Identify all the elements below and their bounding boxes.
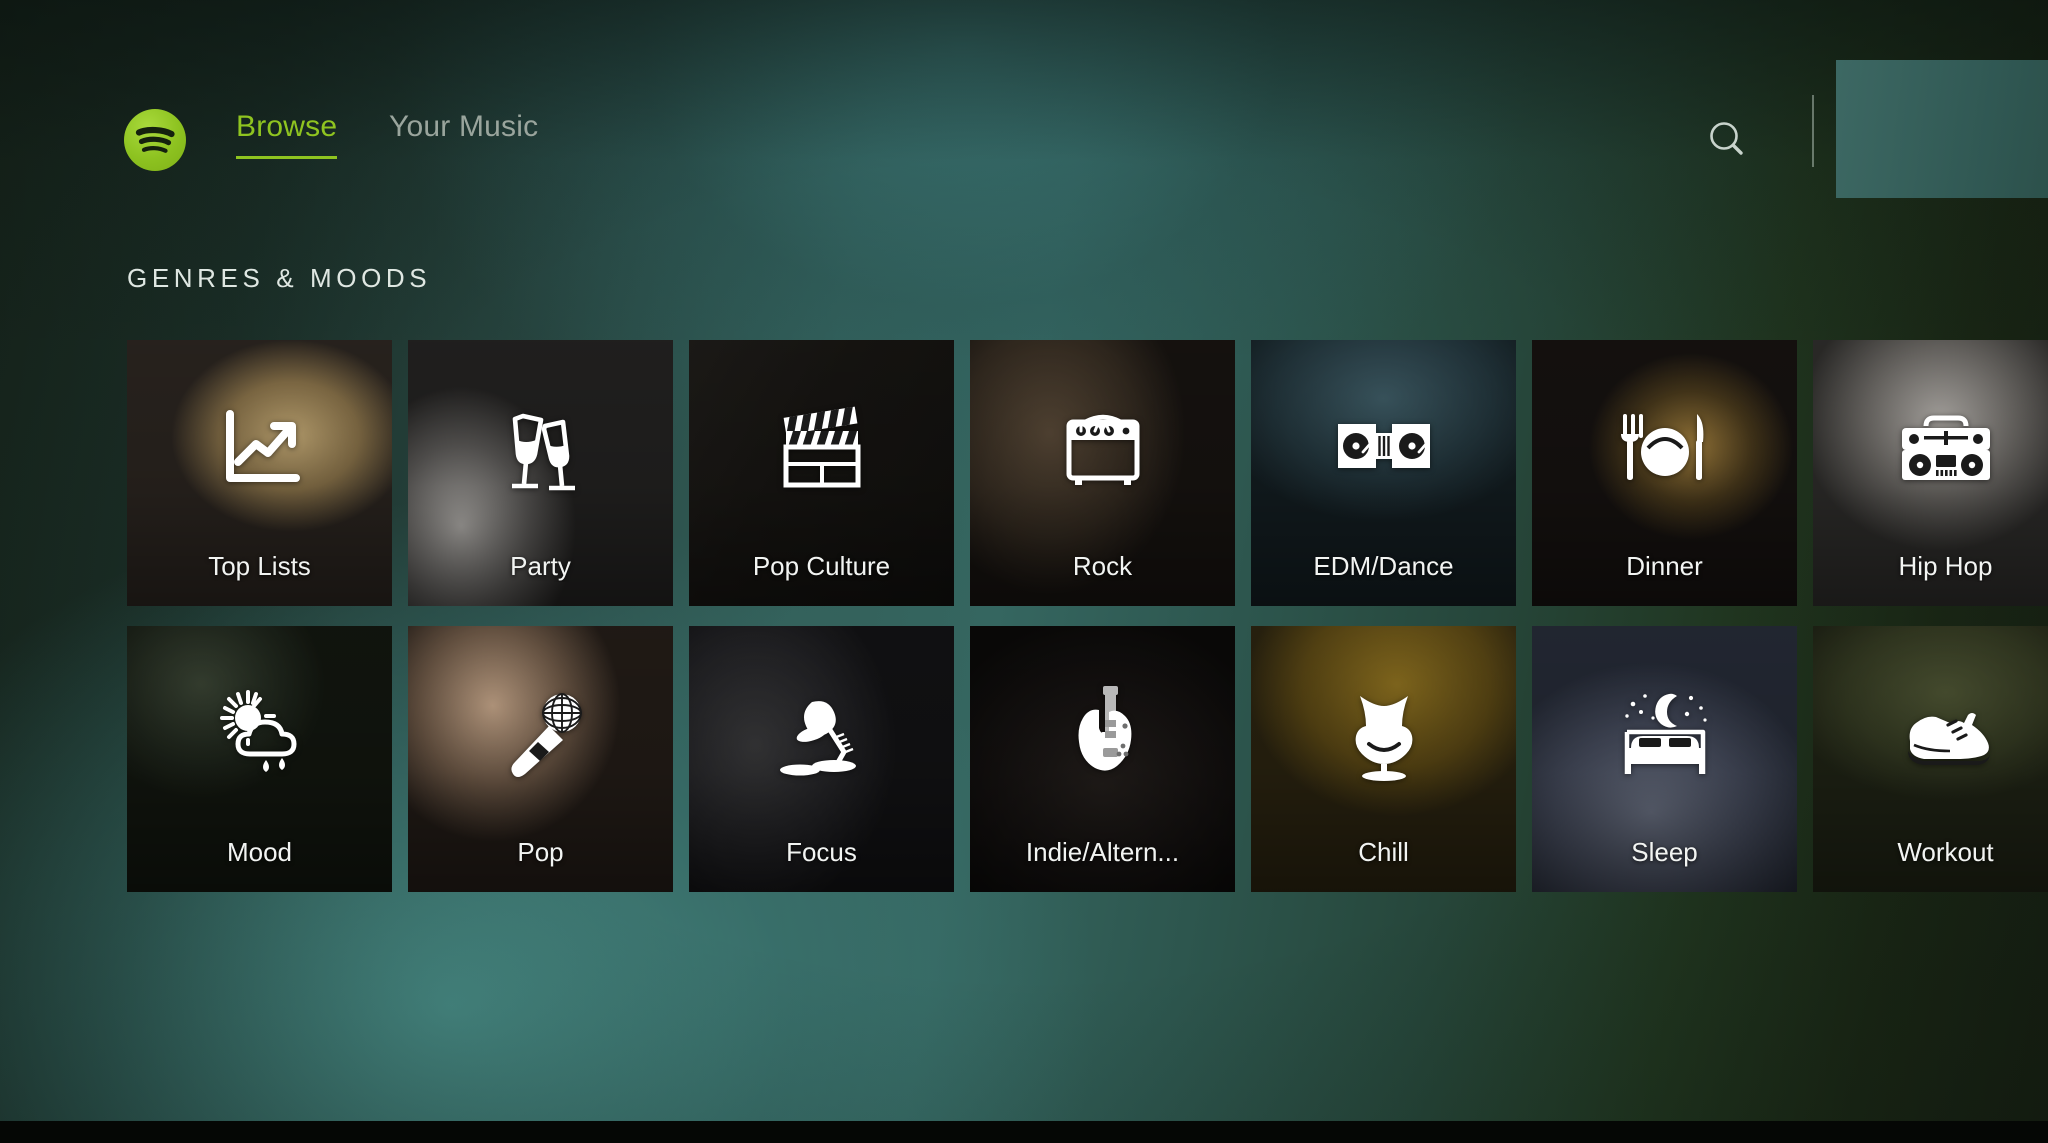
clapperboard-icon xyxy=(770,396,874,500)
champagne-glasses-icon xyxy=(489,396,593,500)
genres-and-moods-grid: Top Lists Party Pop Culture Rock EDM/Dan… xyxy=(127,340,2048,892)
egg-chair-icon xyxy=(1332,682,1436,786)
tile-label: Mood xyxy=(226,837,293,867)
genre-tile[interactable]: Pop Culture xyxy=(689,340,954,606)
tile-label: Pop Culture xyxy=(752,551,891,581)
tile-label: Dinner xyxy=(1626,551,1703,581)
page-title: GENRES & MOODS xyxy=(127,263,432,293)
genre-tile[interactable]: Indie/Altern... xyxy=(970,626,1235,892)
tile-row-2: Mood Pop Focus Indie/Altern... Chill Sle… xyxy=(127,626,2048,892)
guitar-amp-icon xyxy=(1051,396,1155,500)
genre-tile[interactable]: Pop xyxy=(408,626,673,892)
genre-tile[interactable]: Chill xyxy=(1251,626,1516,892)
genre-tile[interactable]: Dinner xyxy=(1532,340,1797,606)
nav-tab-browse-label: Browse xyxy=(236,110,338,143)
spotify-logo-icon[interactable] xyxy=(124,109,186,171)
dj-turntables-icon xyxy=(1332,396,1436,500)
bed-moon-stars-icon xyxy=(1613,682,1717,786)
trending-up-chart-icon xyxy=(208,396,312,500)
electric-guitar-icon xyxy=(1051,682,1155,786)
desk-lamp-icon xyxy=(770,682,874,786)
running-shoe-icon xyxy=(1894,682,1998,786)
tile-label: Workout xyxy=(1897,837,1994,867)
genre-tile-focused[interactable]: Top Lists xyxy=(127,340,392,606)
bottom-letterbox-bar xyxy=(0,1121,2048,1143)
nav-tab-your-music-label: Your Music xyxy=(389,110,539,143)
genre-tile[interactable]: Mood xyxy=(127,626,392,892)
app-header: Browse Your Music xyxy=(0,0,2048,200)
tile-label: Hip Hop xyxy=(1898,551,1993,581)
header-divider xyxy=(1812,95,1814,167)
genre-tile[interactable]: Party xyxy=(408,340,673,606)
nav-tab-your-music[interactable]: Your Music xyxy=(389,110,538,144)
spotify-browse-screen: Browse Your Music GENRES & MOODS Top Lis… xyxy=(0,0,2048,1143)
nav-active-underline xyxy=(236,156,338,159)
tile-label: Chill xyxy=(1358,837,1409,867)
nav-tab-browse[interactable]: Browse xyxy=(236,110,338,159)
search-icon[interactable] xyxy=(1705,117,1749,161)
tile-label: Party xyxy=(510,551,571,581)
genre-tile[interactable]: EDM/Dance xyxy=(1251,340,1516,606)
account-panel[interactable] xyxy=(1836,60,2048,198)
genre-tile[interactable]: Workout xyxy=(1813,626,2048,892)
genre-tile[interactable]: Hip Hop xyxy=(1813,340,2048,606)
tile-label: EDM/Dance xyxy=(1313,551,1454,581)
tile-label: Pop xyxy=(517,837,564,867)
plate-fork-knife-icon xyxy=(1613,396,1717,500)
genre-tile[interactable]: Focus xyxy=(689,626,954,892)
tile-label: Top Lists xyxy=(208,551,311,581)
tile-row-1: Top Lists Party Pop Culture Rock EDM/Dan… xyxy=(127,340,2048,606)
tile-label: Rock xyxy=(1072,551,1133,581)
microphone-icon xyxy=(489,682,593,786)
sun-rain-cloud-icon xyxy=(208,682,312,786)
genre-tile[interactable]: Rock xyxy=(970,340,1235,606)
boombox-icon xyxy=(1894,396,1998,500)
tile-label: Sleep xyxy=(1631,837,1698,867)
tile-label: Indie/Altern... xyxy=(1025,837,1180,867)
genre-tile[interactable]: Sleep xyxy=(1532,626,1797,892)
tile-label: Focus xyxy=(786,837,857,867)
